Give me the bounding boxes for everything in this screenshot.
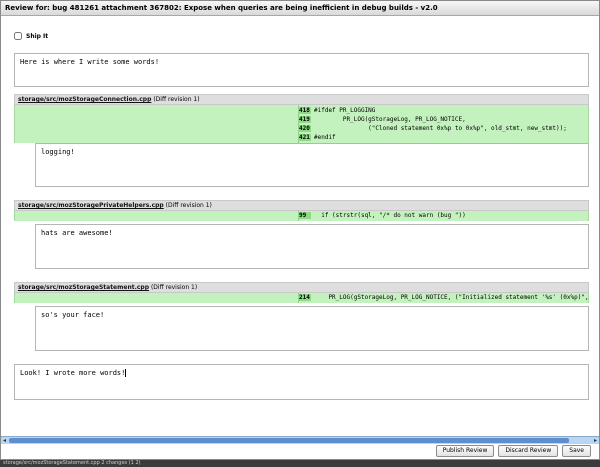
diff-line: 420 ("Cloned statement 0x%p to 0x%p", ol…: [298, 124, 567, 133]
ship-it-toggle[interactable]: Ship It: [14, 32, 48, 40]
file-link[interactable]: storage/src/mozStoragePrivateHelpers.cpp: [18, 202, 164, 209]
code-text: PR_LOG(gStorageLog, PR_LOG_NOTICE, ("Ini…: [314, 294, 589, 301]
review-body-top-input[interactable]: Here is where I write some words!: [14, 53, 589, 87]
file-link[interactable]: storage/src/mozStorageConnection.cpp: [18, 96, 151, 103]
file-link[interactable]: storage/src/mozStorageStatement.cpp: [18, 284, 149, 291]
ship-it-label: Ship It: [26, 32, 49, 40]
line-number: 419: [298, 116, 311, 123]
review-body-bottom-input[interactable]: Look! I wrote more words!: [14, 364, 589, 400]
status-bar: storage/src/mozStorageStatement.cpp 2 ch…: [0, 460, 600, 467]
scroll-left-icon[interactable]: ◂: [1, 437, 8, 444]
code-text: #endif: [314, 134, 336, 141]
review-dialog: Review for: bug 481261 attachment 367802…: [0, 0, 600, 460]
file-header-mozstoragestatement: storage/src/mozStorageStatement.cpp (Dif…: [14, 282, 589, 293]
line-number: 214: [298, 294, 311, 301]
file-header-mozstorageconnection: storage/src/mozStorageConnection.cpp (Di…: [14, 94, 589, 105]
text-cursor: [125, 369, 127, 377]
line-number: 99: [298, 212, 311, 219]
diff-line: 421 #endif: [298, 133, 336, 142]
line-number: 421: [298, 134, 311, 141]
discard-review-button[interactable]: Discard Review: [498, 445, 559, 457]
code-text: PR_LOG(gStorageLog, PR_LOG_NOTICE,: [314, 116, 466, 123]
comment-input-privatehelpers[interactable]: hats are awesome!: [35, 224, 589, 269]
line-number: 420: [298, 125, 311, 132]
code-text: #ifdef PR_LOGGING: [314, 107, 376, 114]
code-text: ("Cloned statement 0x%p to 0x%p", old_st…: [314, 125, 567, 132]
dialog-title: Review for: bug 481261 attachment 367802…: [1, 1, 599, 16]
review-content: Ship It Here is where I write some words…: [1, 17, 599, 436]
publish-review-button[interactable]: Publish Review: [435, 445, 495, 457]
diff-line: 99 if (strstr(sql, "/* do not warn (bug …: [298, 211, 466, 220]
scroll-right-icon[interactable]: ▸: [592, 437, 599, 444]
horizontal-scrollbar[interactable]: ◂ ▸: [1, 436, 599, 444]
dialog-buttons: Publish Review Discard Review Save: [435, 445, 591, 457]
scrollbar-thumb[interactable]: [9, 438, 569, 443]
diff-block-connection: 418 #ifdef PR_LOGGING 419 PR_LOG(gStorage…: [14, 105, 589, 143]
comment-input-connection[interactable]: logging!: [35, 143, 589, 187]
diff-line: 418 #ifdef PR_LOGGING: [298, 106, 375, 115]
review-body-bottom-text: Look! I wrote more words!: [20, 369, 126, 377]
diff-line: 214 PR_LOG(gStorageLog, PR_LOG_NOTICE, (…: [298, 293, 589, 302]
ship-it-checkbox[interactable]: [14, 32, 22, 40]
diff-revision-label: (Diff revision 1): [150, 284, 198, 291]
line-number: 418: [298, 107, 311, 114]
diff-revision-label: (Diff revision 1): [165, 202, 212, 209]
diff-block-privatehelpers: 99 if (strstr(sql, "/* do not warn (bug …: [14, 211, 589, 221]
file-header-mozstorageprivatehelpers: storage/src/mozStoragePrivateHelpers.cpp…: [14, 200, 589, 211]
diff-line: 419 PR_LOG(gStorageLog, PR_LOG_NOTICE,: [298, 115, 466, 124]
code-text: if (strstr(sql, "/* do not warn (bug ")): [314, 212, 466, 219]
diff-revision-label: (Diff revision 1): [153, 96, 200, 103]
save-button[interactable]: Save: [562, 445, 591, 457]
comment-input-statement[interactable]: so's your face!: [35, 306, 589, 351]
diff-block-statement: 214 PR_LOG(gStorageLog, PR_LOG_NOTICE, (…: [14, 293, 589, 303]
